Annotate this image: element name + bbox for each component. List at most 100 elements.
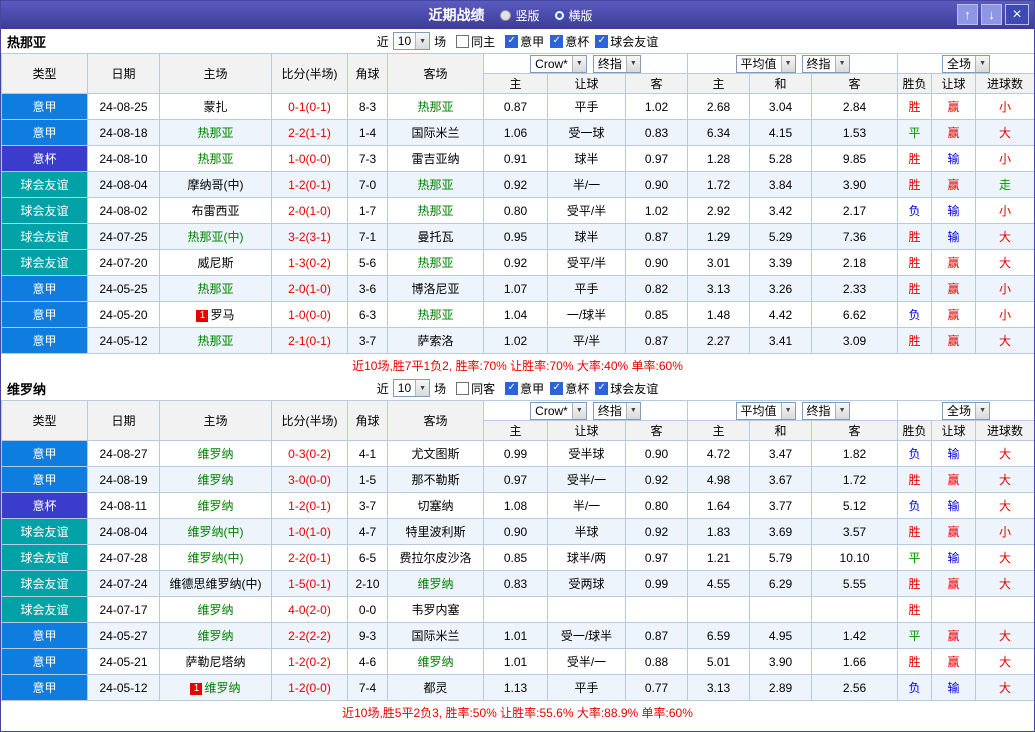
match-row: 意甲24-05-12热那亚2-1(0-1)3-7萨索洛1.02平/半0.872.… — [2, 328, 1035, 354]
date-cell: 24-05-12 — [88, 675, 160, 701]
average-odds-select[interactable]: 平均值▼ — [736, 55, 796, 73]
euro-home-odds-cell: 6.34 — [688, 120, 750, 146]
col-header-result: 胜负 — [898, 421, 932, 441]
home-team-cell: 1罗马 — [160, 302, 272, 328]
handicap-result-cell: 赢 — [932, 276, 976, 302]
league-filter-friendly[interactable]: 球会友谊 — [595, 380, 658, 397]
handicap-away-odds-cell: 0.77 — [626, 675, 688, 701]
date-cell: 24-07-20 — [88, 250, 160, 276]
col-header-date: 日期 — [88, 401, 160, 441]
vertical-radio-label: 竖版 — [515, 7, 539, 24]
euro-draw-odds-cell: 3.77 — [750, 493, 812, 519]
vertical-radio[interactable] — [500, 10, 511, 21]
home-team-cell: 维罗纳(中) — [160, 519, 272, 545]
games-label: 场 — [434, 380, 446, 397]
handicap-result-cell: 输 — [932, 545, 976, 571]
handicap-line-cell: 球半/两 — [548, 545, 626, 571]
final-odds-select[interactable]: 终指▼ — [593, 55, 641, 73]
league-filter-coppa[interactable]: 意杯 — [550, 380, 589, 397]
serie-a-checkbox[interactable] — [505, 35, 518, 48]
coppa-checkbox[interactable] — [550, 35, 563, 48]
competition-cell: 球会友谊 — [2, 172, 88, 198]
final-odds-select[interactable]: 终指▼ — [593, 402, 641, 420]
league-filter-coppa[interactable]: 意杯 — [550, 33, 589, 50]
handicap-away-odds-cell: 0.85 — [626, 302, 688, 328]
col-header-ah-home: 主 — [484, 421, 548, 441]
same-venue-checkbox[interactable] — [456, 35, 469, 48]
final-odds-select[interactable]: 终指▼ — [802, 55, 850, 73]
date-cell: 24-08-02 — [88, 198, 160, 224]
final-odds-select[interactable]: 终指▼ — [802, 402, 850, 420]
team-name: 热那亚 — [197, 126, 233, 140]
select-value: Crow* — [535, 57, 568, 71]
handicap-line-cell: 球半 — [548, 224, 626, 250]
scroll-up-button[interactable]: ↑ — [957, 4, 978, 25]
corner-cell: 7-1 — [348, 224, 388, 250]
games-label: 场 — [434, 33, 446, 50]
handicap-result-cell: 赢 — [932, 172, 976, 198]
competition-cell: 意甲 — [2, 623, 88, 649]
away-team-cell: 国际米兰 — [388, 120, 484, 146]
corner-cell: 4-6 — [348, 649, 388, 675]
date-cell: 24-05-21 — [88, 649, 160, 675]
col-header-ah-home: 主 — [484, 74, 548, 94]
select-value: 平均值 — [741, 402, 777, 419]
league-filter-serie-a[interactable]: 意甲 — [505, 380, 544, 397]
friendly-checkbox[interactable] — [595, 35, 608, 48]
average-odds-select[interactable]: 平均值▼ — [736, 402, 796, 420]
match-row: 意甲24-05-121维罗纳1-2(0-0)7-4都灵1.13平手0.773.1… — [2, 675, 1035, 701]
coppa-checkbox[interactable] — [550, 382, 563, 395]
select-value: 终指 — [598, 402, 622, 419]
horizontal-radio[interactable] — [554, 10, 565, 21]
euro-home-odds-cell: 4.98 — [688, 467, 750, 493]
team-name: 维罗纳 — [417, 655, 453, 669]
handicap-home-odds-cell: 0.99 — [484, 441, 548, 467]
away-team-cell: 萨索洛 — [388, 328, 484, 354]
handicap-line-cell: 受半/一 — [548, 467, 626, 493]
league-filter-friendly[interactable]: 球会友谊 — [595, 33, 658, 50]
competition-cell: 意甲 — [2, 302, 88, 328]
same-venue-filter[interactable]: 同客 — [456, 380, 495, 397]
matches-table: 类型 日期 主场 比分(半场) 角球 客场 Crow*▼ 终指▼ 平均值 — [1, 400, 1035, 701]
match-row: 意甲24-05-201罗马1-0(0-0)6-3热那亚1.04一/球半0.851… — [2, 302, 1035, 328]
layout-vertical-option[interactable]: 竖版 — [500, 7, 539, 24]
league-filter-serie-a[interactable]: 意甲 — [505, 33, 544, 50]
recent-label: 近 — [377, 33, 389, 50]
handicap-result-cell: 赢 — [932, 302, 976, 328]
layout-horizontal-option[interactable]: 横版 — [554, 7, 593, 24]
select-value: 10 — [398, 381, 411, 395]
team-name: 萨索洛 — [417, 334, 453, 348]
corner-cell: 7-3 — [348, 146, 388, 172]
handicap-away-odds-cell — [626, 597, 688, 623]
score-cell: 2-0(1-0) — [272, 276, 348, 302]
score-cell: 3-2(3-1) — [272, 224, 348, 250]
serie-a-checkbox[interactable] — [505, 382, 518, 395]
fulltime-scope-select[interactable]: 全场▼ — [942, 402, 990, 420]
recent-count-select[interactable]: 10 ▼ — [393, 32, 430, 50]
euro-draw-odds-cell: 5.29 — [750, 224, 812, 250]
home-team-cell: 维罗纳 — [160, 623, 272, 649]
recent-count-select[interactable]: 10 ▼ — [393, 379, 430, 397]
same-venue-filter[interactable]: 同主 — [456, 33, 495, 50]
friendly-checkbox[interactable] — [595, 382, 608, 395]
competition-cell: 球会友谊 — [2, 250, 88, 276]
date-cell: 24-08-27 — [88, 441, 160, 467]
euro-home-odds-cell: 1.29 — [688, 224, 750, 250]
corner-cell: 6-3 — [348, 302, 388, 328]
handicap-home-odds-cell: 1.01 — [484, 649, 548, 675]
competition-cell: 球会友谊 — [2, 224, 88, 250]
col-header-goals-result: 进球数 — [976, 421, 1035, 441]
fulltime-scope-select[interactable]: 全场▼ — [942, 55, 990, 73]
scroll-down-button[interactable]: ↓ — [981, 4, 1002, 25]
result-cell: 胜 — [898, 224, 932, 250]
team-name: 摩纳哥(中) — [188, 178, 244, 192]
home-team-cell: 热那亚 — [160, 120, 272, 146]
bookmaker-select[interactable]: Crow*▼ — [530, 402, 587, 420]
team-name: 费拉尔皮沙洛 — [399, 551, 471, 565]
section-team-name: 维罗纳 — [7, 379, 46, 398]
handicap-home-odds-cell: 1.07 — [484, 276, 548, 302]
same-venue-checkbox[interactable] — [456, 382, 469, 395]
close-button[interactable]: × — [1005, 4, 1029, 25]
home-team-cell: 维罗纳 — [160, 597, 272, 623]
bookmaker-select[interactable]: Crow*▼ — [530, 55, 587, 73]
